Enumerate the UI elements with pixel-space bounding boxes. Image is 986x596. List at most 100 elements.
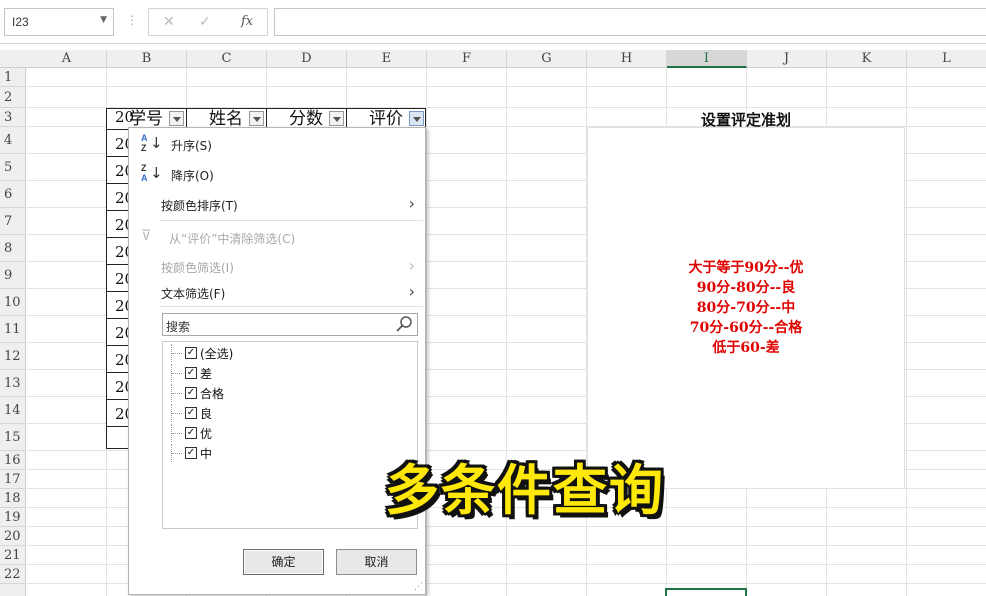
student-id-cell[interactable]: 20	[115, 108, 134, 126]
search-icon[interactable]	[395, 315, 413, 336]
row-headers: 1 2 3 4 5 6 7 8 9 10 11 12 13 14 15 16 17 18 19 20 21 22	[0, 68, 26, 596]
row-header-20[interactable]: 20	[0, 527, 26, 546]
text-filter-item[interactable]: 文本筛选(F) ›	[129, 279, 425, 305]
tree-connector	[171, 424, 185, 442]
checkbox-checked-icon[interactable]: ✓	[185, 407, 197, 419]
row-header-3[interactable]: 3	[0, 108, 26, 127]
column-header-g[interactable]: G	[507, 50, 587, 68]
row-header-1[interactable]: 1	[0, 68, 26, 87]
column-header-k[interactable]: K	[827, 50, 907, 68]
filter-dropdown-student-id[interactable]	[169, 111, 184, 126]
resize-grip-icon[interactable]: ⋰	[414, 582, 423, 592]
row-header-9[interactable]: 9	[0, 262, 26, 289]
row-header-5[interactable]: 5	[0, 154, 26, 181]
row-header-21[interactable]: 21	[0, 546, 26, 565]
sort-by-color-item[interactable]: 按颜色排序(T) ›	[129, 191, 425, 217]
video-caption: 多条件查询	[385, 459, 665, 522]
criteria-textbox[interactable]: 大于等于90分--优 90分-80分--良 80分-70分--中 70分-60分…	[587, 127, 905, 489]
text-filter-label: 文本筛选(F)	[161, 287, 226, 301]
criteria-line: 70分-60分--合格	[689, 320, 803, 336]
clear-filter-icon: ⊽	[141, 228, 152, 244]
cancel-icon[interactable]: ✕	[163, 14, 175, 30]
formula-bar: I23 ▼ ⋮ ✕ ✓ fx	[0, 0, 986, 44]
row-header-4[interactable]: 4	[0, 127, 26, 154]
checklist-label: 良	[200, 407, 213, 421]
criteria-line: 低于60-差	[712, 340, 780, 356]
column-header-i[interactable]: I	[667, 50, 747, 68]
tree-connector	[171, 384, 185, 402]
checkbox-checked-icon[interactable]: ✓	[185, 427, 197, 439]
column-header-e[interactable]: E	[347, 50, 427, 68]
sort-ascending-label: 升序(S)	[171, 139, 212, 153]
column-header-b[interactable]: B	[107, 50, 187, 68]
sort-descending-label: 降序(O)	[171, 169, 214, 183]
formula-input[interactable]	[274, 8, 986, 36]
clear-filter-label: 从“评价”中清除筛选(C)	[169, 232, 296, 246]
filter-by-color-item[interactable]: 按颜色筛选(I) ›	[129, 253, 425, 279]
tree-connector	[171, 404, 185, 422]
row-header-12[interactable]: 12	[0, 343, 26, 370]
tree-connector	[171, 344, 185, 362]
row-header-6[interactable]: 6	[0, 181, 26, 208]
tree-connector	[171, 444, 185, 462]
filter-dropdown-rating[interactable]	[409, 111, 424, 126]
name-box[interactable]: I23 ▼	[4, 8, 114, 36]
row-header-15[interactable]: 15	[0, 424, 26, 451]
column-header-a[interactable]: A	[27, 50, 107, 68]
tree-connector	[171, 364, 185, 382]
clear-filter-item[interactable]: ⊽ 从“评价”中清除筛选(C)	[129, 224, 425, 250]
chevron-right-icon: ›	[408, 282, 415, 301]
row-header-7[interactable]: 7	[0, 208, 26, 235]
ok-button[interactable]: 确定	[243, 549, 324, 575]
row-header-19[interactable]: 19	[0, 508, 26, 527]
column-header-j[interactable]: J	[747, 50, 827, 68]
name-box-value: I23	[12, 15, 29, 29]
row-header-18[interactable]: 18	[0, 489, 26, 508]
column-header-c[interactable]: C	[187, 50, 267, 68]
sort-az-icon: A Z ↓	[141, 133, 163, 153]
name-box-dropdown-icon[interactable]: ▼	[100, 15, 107, 25]
cancel-button[interactable]: 取消	[336, 549, 417, 575]
chevron-right-icon: ›	[408, 256, 415, 275]
active-cell-outline[interactable]	[665, 588, 747, 596]
row-header-11[interactable]: 11	[0, 316, 26, 343]
checklist-label: 优	[200, 427, 213, 441]
checkbox-checked-icon[interactable]: ✓	[185, 367, 197, 379]
menu-separator	[159, 220, 423, 221]
column-header-h[interactable]: H	[587, 50, 667, 68]
criteria-line: 80分-70分--中	[696, 300, 796, 316]
checklist-label: (全选)	[200, 347, 234, 361]
checkbox-checked-icon[interactable]: ✓	[185, 387, 197, 399]
chevron-right-icon: ›	[408, 194, 415, 213]
sort-by-color-label: 按颜色排序(T)	[161, 199, 238, 213]
checklist-label: 合格	[200, 387, 225, 401]
criteria-line: 大于等于90分--优	[688, 260, 804, 276]
row-header-8[interactable]: 8	[0, 235, 26, 262]
checkbox-checked-icon[interactable]: ✓	[185, 447, 197, 459]
criteria-lines: 大于等于90分--优 90分-80分--良 80分-70分--中 70分-60分…	[588, 258, 904, 358]
search-placeholder: 搜索	[166, 320, 191, 334]
row-header-22[interactable]: 22	[0, 565, 26, 584]
row-header-17[interactable]: 17	[0, 470, 26, 489]
filter-dropdown-name[interactable]	[249, 111, 264, 126]
criteria-line: 90分-80分--良	[696, 280, 796, 296]
checkbox-checked-icon[interactable]: ✓	[185, 347, 197, 359]
row-header-10[interactable]: 10	[0, 289, 26, 316]
row-header-14[interactable]: 14	[0, 397, 26, 424]
sort-ascending-item[interactable]: A Z ↓ 升序(S)	[129, 131, 425, 157]
insert-function-icon[interactable]: fx	[241, 14, 253, 29]
enter-icon[interactable]: ✓	[199, 14, 211, 30]
sort-descending-item[interactable]: Z A ↓ 降序(O)	[129, 161, 425, 187]
column-header-d[interactable]: D	[267, 50, 347, 68]
row-header-13[interactable]: 13	[0, 370, 26, 397]
column-headers: ABCDEFGHIJKL	[0, 50, 986, 68]
column-header-f[interactable]: F	[427, 50, 507, 68]
column-header-l[interactable]: L	[907, 50, 986, 68]
row-header-16[interactable]: 16	[0, 451, 26, 470]
grid-row-line	[27, 86, 986, 87]
row-header-2[interactable]: 2	[0, 87, 26, 108]
search-input[interactable]: 搜索	[162, 313, 418, 336]
sort-za-icon: Z A ↓	[141, 163, 163, 183]
filter-dropdown-score[interactable]	[329, 111, 344, 126]
formula-bar-separator-icon: ⋮	[126, 13, 138, 27]
